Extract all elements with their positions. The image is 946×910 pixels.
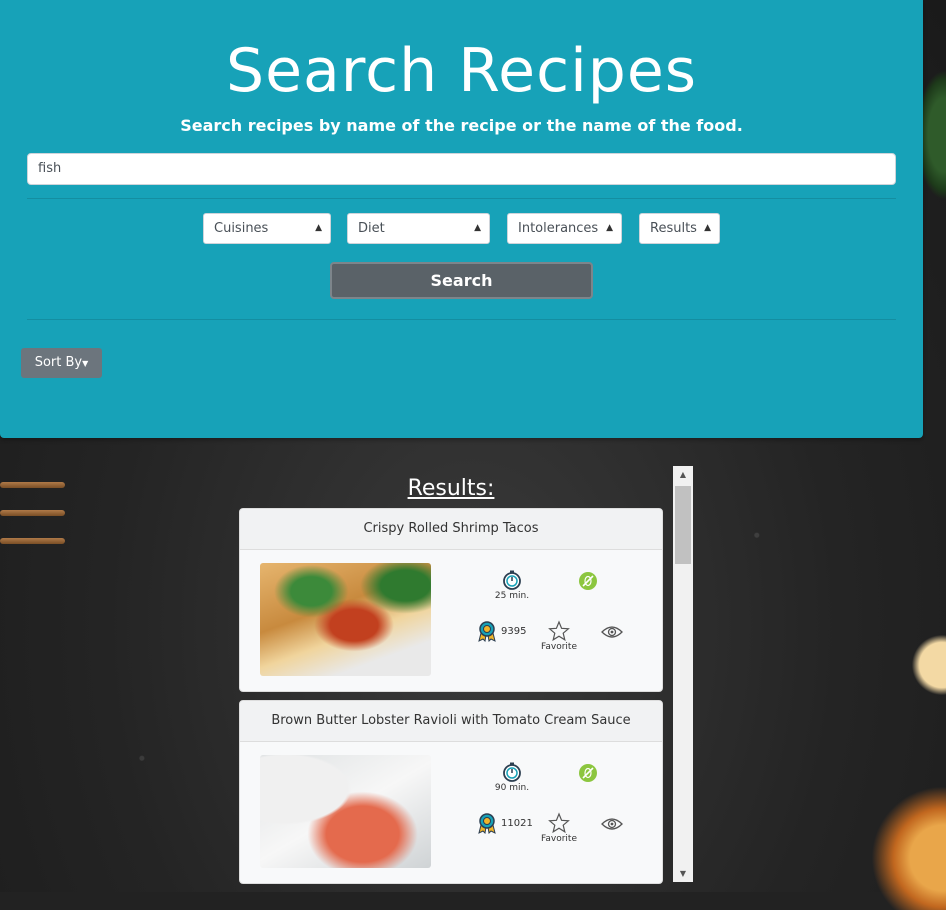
health-score-badge	[476, 620, 498, 642]
recipe-title[interactable]: Brown Butter Lobster Ravioli with Tomato…	[240, 701, 662, 742]
diet-badge	[576, 571, 600, 591]
award-medal-icon	[478, 813, 496, 834]
sort-by-dropdown-button[interactable]: Sort By▼	[21, 348, 102, 378]
page-title: Search Recipes	[225, 36, 698, 106]
scroll-up-icon[interactable]: ▲	[673, 466, 693, 483]
award-medal-icon	[478, 621, 496, 642]
intolerances-select-label: Intolerances	[518, 221, 599, 236]
select-arrows-icon: ▲	[606, 223, 613, 233]
cuisines-select-label: Cuisines	[214, 221, 269, 236]
eye-icon	[601, 818, 623, 830]
results-heading: Results:	[407, 476, 495, 501]
search-header-panel: Search Recipes Search recipes by name of…	[0, 0, 923, 438]
scrollbar-thumb[interactable]	[675, 486, 691, 564]
eye-icon	[601, 626, 623, 638]
favorite-button[interactable]: Favorite	[537, 812, 581, 844]
cook-time: 25 min.	[492, 569, 532, 601]
select-arrows-icon: ▲	[474, 223, 481, 233]
search-input-value: fish	[38, 161, 62, 176]
search-button[interactable]: Search	[330, 262, 593, 299]
divider	[27, 319, 896, 320]
view-button[interactable]	[600, 816, 624, 832]
favorite-label: Favorite	[541, 834, 577, 844]
caret-down-icon: ▼	[82, 359, 89, 368]
diet-select-label: Diet	[358, 221, 385, 236]
recipe-card[interactable]: Crispy Rolled Shrimp Tacos 25 min. 9395	[239, 508, 663, 692]
food-decoration	[906, 630, 946, 700]
cuisines-select[interactable]: Cuisines ▲	[203, 213, 331, 244]
sort-by-label: Sort By	[34, 355, 83, 370]
select-arrows-icon: ▲	[704, 223, 711, 233]
stopwatch-icon	[503, 762, 521, 782]
star-icon	[548, 620, 570, 642]
health-score-value: 9395	[501, 626, 527, 637]
view-button[interactable]	[600, 624, 624, 640]
cook-time-value: 25 min.	[494, 591, 530, 601]
no-meat-icon	[579, 764, 597, 782]
search-input[interactable]: fish	[27, 153, 896, 185]
health-score-value: 11021	[501, 818, 533, 829]
food-decoration	[866, 780, 946, 910]
recipe-image[interactable]	[260, 755, 431, 868]
recipe-card[interactable]: Brown Butter Lobster Ravioli with Tomato…	[239, 700, 663, 884]
no-meat-icon	[579, 572, 597, 590]
stopwatch-icon	[503, 570, 521, 590]
scroll-down-icon[interactable]: ▼	[673, 865, 693, 882]
results-count-select[interactable]: Results ▲	[639, 213, 720, 244]
recipe-image[interactable]	[260, 563, 431, 676]
diet-select[interactable]: Diet ▲	[347, 213, 490, 244]
cinnamon-decoration	[0, 470, 70, 560]
page-subtitle: Search recipes by name of the recipe or …	[180, 116, 743, 135]
diet-badge	[576, 763, 600, 783]
favorite-label: Favorite	[541, 642, 577, 652]
favorite-button[interactable]: Favorite	[537, 620, 581, 652]
cook-time-value: 90 min.	[494, 783, 530, 793]
results-scrollbar[interactable]: ▲ ▼	[673, 466, 693, 882]
recipe-title[interactable]: Crispy Rolled Shrimp Tacos	[240, 509, 662, 550]
divider	[27, 198, 896, 199]
health-score-badge	[476, 812, 498, 834]
star-icon	[548, 812, 570, 834]
results-select-label: Results	[650, 221, 697, 236]
select-arrows-icon: ▲	[315, 223, 322, 233]
intolerances-select[interactable]: Intolerances ▲	[507, 213, 622, 244]
cook-time: 90 min.	[492, 761, 532, 793]
